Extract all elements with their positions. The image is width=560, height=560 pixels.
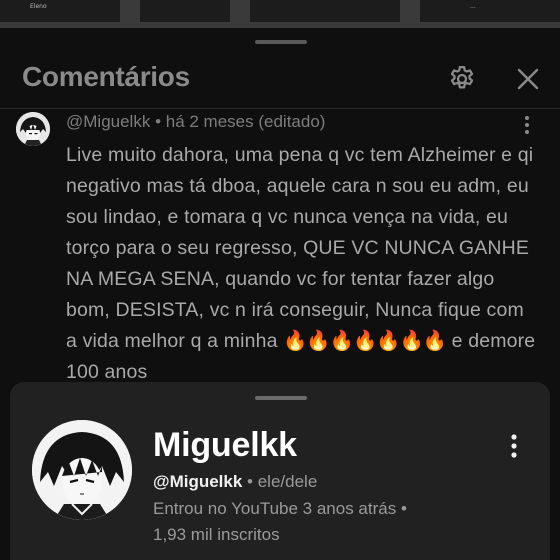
comment-more-button[interactable] — [516, 114, 538, 136]
settings-button[interactable] — [442, 61, 482, 97]
profile-subscribers: 1,93 mil inscritos — [153, 525, 280, 544]
profile-handle-row: @Miguelkk • ele/dele — [153, 472, 317, 492]
close-button[interactable] — [510, 61, 546, 97]
video-strip: Eleno ... — [0, 0, 560, 28]
drag-handle[interactable] — [255, 40, 307, 44]
video-strip-block — [250, 0, 400, 22]
comments-title: Comentários — [22, 61, 190, 92]
profile-handle[interactable]: @Miguelkk — [153, 472, 242, 491]
profile-name: Miguelkk — [153, 426, 297, 464]
fire-emojis: 🔥🔥🔥🔥🔥🔥🔥 — [283, 330, 447, 352]
video-strip-block — [420, 0, 560, 22]
anime-character-avatar — [16, 112, 50, 146]
comment-avatar[interactable] — [16, 112, 50, 146]
more-vertical-icon — [525, 116, 529, 134]
header-divider — [0, 108, 560, 109]
comment-text: Live muito dahora, uma pena q vc tem Alz… — [66, 140, 540, 388]
profile-more-button[interactable] — [502, 432, 526, 460]
comment-time: há 2 meses (editado) — [165, 112, 326, 131]
video-strip-right-label: ... — [470, 3, 476, 10]
anime-character-avatar — [32, 420, 132, 520]
video-strip-block — [0, 0, 120, 22]
more-vertical-icon — [511, 434, 517, 458]
comment-separator: • — [150, 112, 166, 131]
comment-meta: @Miguelkk • há 2 meses (editado) — [66, 112, 325, 132]
video-strip-block — [140, 0, 230, 22]
close-icon — [517, 68, 539, 90]
comment-body: Live muito dahora, uma pena q vc tem Alz… — [66, 144, 534, 352]
profile-avatar[interactable] — [32, 420, 132, 520]
profile-pronouns: • ele/dele — [242, 472, 318, 491]
comment-author[interactable]: @Miguelkk — [66, 112, 150, 131]
profile-drag-handle[interactable] — [255, 396, 307, 400]
profile-card: Miguelkk @Miguelkk • ele/dele Entrou no … — [10, 382, 550, 560]
video-strip-left-label: Eleno — [30, 3, 47, 10]
profile-joined: Entrou no YouTube 3 anos atrás • — [153, 499, 407, 518]
gear-icon — [450, 66, 474, 89]
